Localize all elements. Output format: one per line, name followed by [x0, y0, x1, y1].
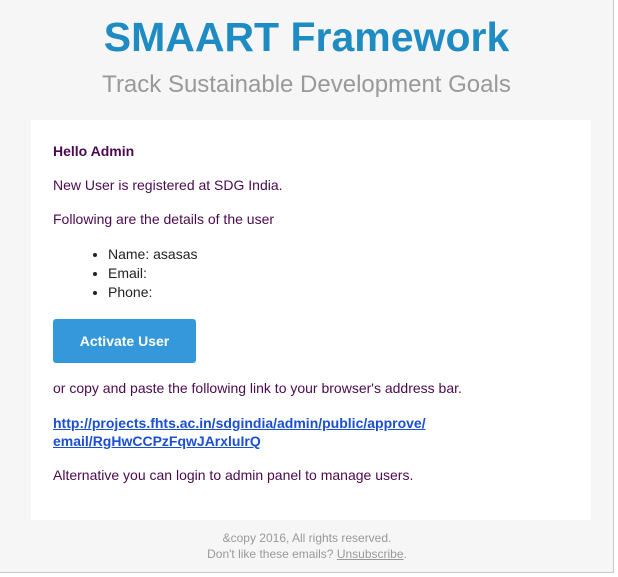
email-container: SMAART Framework Track Sustainable Devel… [0, 0, 614, 573]
detail-phone: Phone: [108, 283, 569, 302]
user-details-list: Name: asasas Email: Phone: [53, 245, 569, 302]
email-footer: &copy 2016, All rights reserved. Don't l… [0, 530, 614, 562]
brand-title: SMAART Framework [103, 14, 510, 60]
unsubscribe-line: Don't like these emails? Unsubscribe. [0, 546, 614, 562]
detail-name: Name: asasas [108, 245, 569, 264]
email-card: Hello Admin New User is registered at SD… [31, 120, 591, 520]
alternative-text: Alternative you can login to admin panel… [53, 467, 414, 483]
email-header: SMAART Framework Track Sustainable Devel… [0, 0, 613, 99]
detail-email: Email: [108, 264, 569, 283]
activate-user-button[interactable]: Activate User [53, 319, 196, 363]
unsubscribe-link[interactable]: Unsubscribe [337, 547, 404, 561]
approve-link[interactable]: http://projects.fhts.ac.in/sdgindia/admi… [53, 414, 453, 450]
copy-instructions: or copy and paste the following link to … [53, 380, 462, 396]
unsubscribe-suffix: . [403, 547, 407, 561]
brand-subtitle: Track Sustainable Development Goals [102, 71, 511, 98]
unsubscribe-prefix: Don't like these emails? [207, 547, 337, 561]
approve-link-line2[interactable]: email/RgHwCCPzFqwJArxluIrQ [53, 433, 261, 449]
greeting: Hello Admin [53, 143, 135, 159]
approve-link-line1[interactable]: http://projects.fhts.ac.in/sdgindia/admi… [53, 415, 426, 431]
copyright-text: &copy 2016, All rights reserved. [222, 531, 392, 545]
registered-text: New User is registered at SDG India. [53, 177, 283, 193]
details-intro: Following are the details of the user [53, 211, 275, 227]
